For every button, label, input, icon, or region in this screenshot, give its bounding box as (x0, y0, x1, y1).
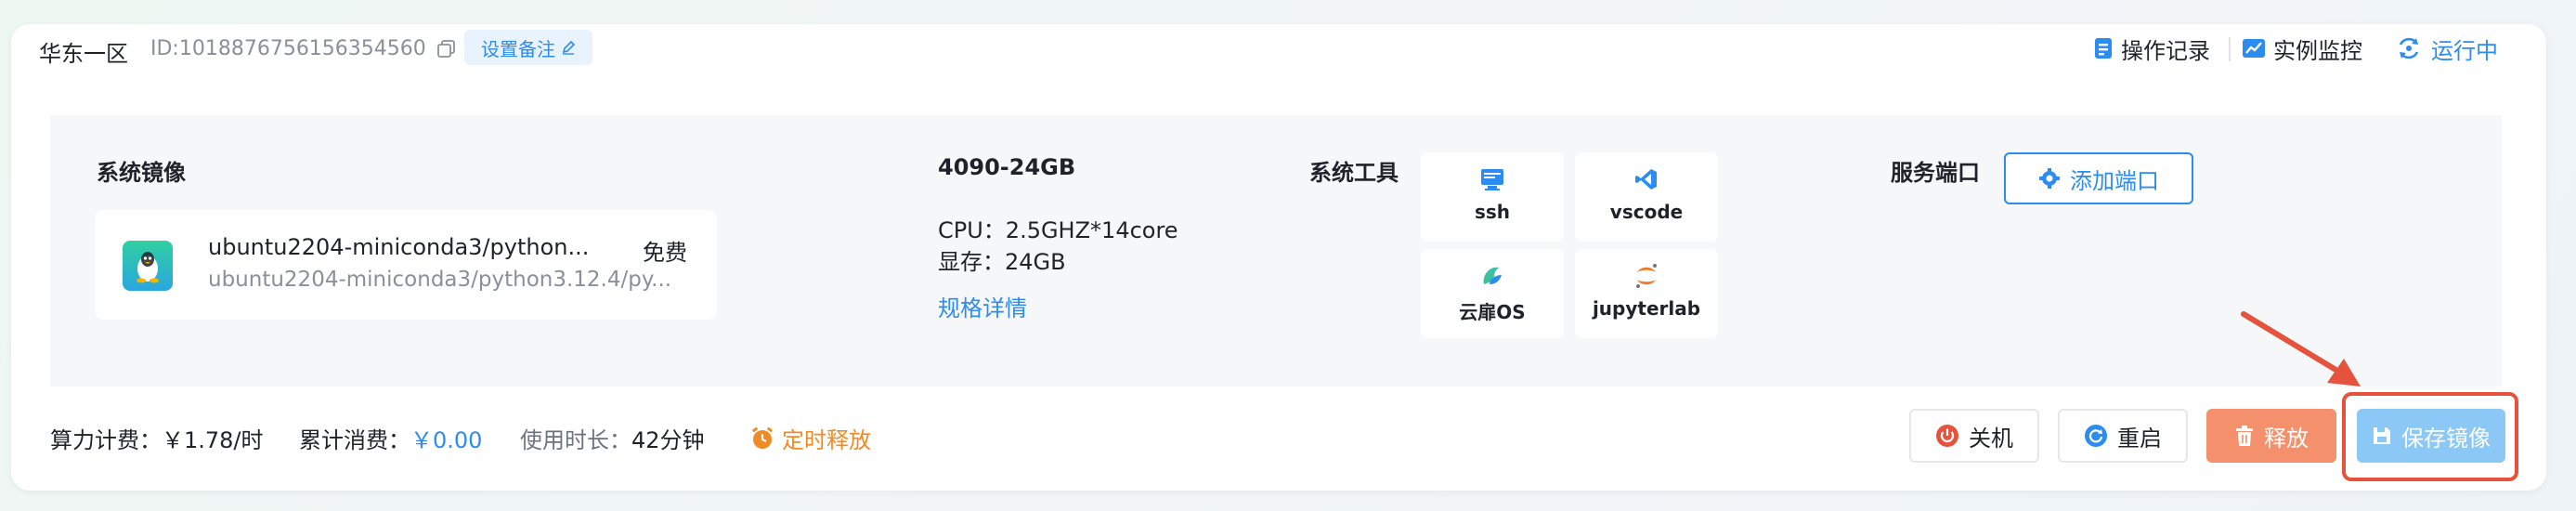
cpu-spec: CPU：2.5GHZ*14core (938, 217, 1178, 243)
add-port-button[interactable]: 添加端口 (2004, 152, 2193, 204)
system-tools-title: 系统工具 (1309, 160, 1399, 186)
service-ports-title: 服务端口 (1891, 160, 1980, 186)
tool-yunfei-os[interactable]: 云扉OS (1421, 249, 1564, 338)
linux-icon (123, 241, 173, 291)
alarm-clock-icon (752, 426, 773, 449)
image-name: ubuntu2204-miniconda3/python... (208, 234, 590, 260)
restart-label: 重启 (2117, 425, 2162, 452)
rate-value: ￥1.78/时 (162, 427, 264, 453)
region-label: 华东一区 (39, 41, 128, 67)
add-port-label: 添加端口 (2070, 167, 2159, 194)
yunfei-os-icon (1478, 262, 1506, 290)
duration-label: 使用时长： (520, 427, 631, 453)
chart-icon (2243, 39, 2265, 58)
sync-icon (2399, 37, 2419, 59)
usage-duration: 使用时长：42分钟 (520, 422, 705, 454)
system-image-card[interactable]: ubuntu2204-miniconda3/python... ubuntu22… (95, 210, 717, 320)
instance-id: ID:1018876756156354560 (150, 37, 426, 60)
document-icon (2095, 38, 2112, 59)
power-icon (1936, 425, 1958, 447)
vscode-icon (1633, 165, 1660, 193)
restart-button[interactable]: 重启 (2058, 409, 2188, 463)
trash-icon (2236, 426, 2253, 446)
release-label: 释放 (2264, 425, 2309, 452)
tool-label: ssh (1474, 201, 1511, 223)
remark-label: 设置备注 (481, 37, 555, 60)
tool-label: jupyterlab (1592, 297, 1701, 320)
copy-icon[interactable] (436, 39, 457, 59)
total-label: 累计消费： (299, 427, 410, 453)
memory-spec: 显存：24GB (938, 249, 1066, 275)
status-label: 运行中 (2431, 37, 2498, 64)
gpu-spec: 4090-24GB (938, 154, 1076, 180)
duration-value: 42分钟 (631, 427, 705, 453)
tool-ssh[interactable]: ssh (1421, 152, 1564, 242)
total-value: ￥0.00 (410, 427, 483, 453)
jupyter-icon (1633, 262, 1660, 290)
running-status: 运行中 (2396, 33, 2498, 64)
highlight-box (2342, 392, 2518, 481)
system-image-title: 系统镜像 (97, 160, 186, 186)
release-button[interactable]: 释放 (2206, 409, 2336, 463)
gear-icon (2039, 168, 2060, 189)
shutdown-label: 关机 (1969, 425, 2013, 452)
header-divider (2229, 37, 2231, 61)
set-remark-button[interactable]: 设置备注 (464, 30, 592, 65)
total-spend: 累计消费：￥0.00 (299, 422, 482, 454)
billing-rate: 算力计费：￥1.78/时 (50, 422, 264, 454)
refresh-icon (2085, 425, 2107, 447)
instance-monitor-link[interactable]: 实例监控 (2242, 33, 2362, 64)
tool-jupyterlab[interactable]: jupyterlab (1575, 249, 1718, 338)
image-full-name: ubuntu2204-miniconda3/python3.12.4/py... (208, 268, 672, 292)
tool-label: 云扉OS (1459, 301, 1526, 323)
monitor-label: 实例监控 (2273, 37, 2362, 64)
ssh-icon (1478, 165, 1506, 193)
rate-label: 算力计费： (50, 427, 162, 453)
image-price: 免费 (643, 240, 687, 266)
schedule-release-link[interactable]: 定时释放 (750, 422, 871, 454)
op-log-label: 操作记录 (2121, 37, 2210, 64)
pointer-arrow (2241, 311, 2361, 387)
schedule-release-label: 定时释放 (782, 427, 871, 453)
shutdown-button[interactable]: 关机 (1909, 409, 2039, 463)
operation-log-link[interactable]: 操作记录 (2093, 33, 2210, 64)
edit-icon (562, 40, 576, 55)
spec-details-link[interactable]: 规格详情 (938, 290, 1027, 322)
tool-label: vscode (1609, 201, 1684, 223)
tool-vscode[interactable]: vscode (1575, 152, 1718, 242)
